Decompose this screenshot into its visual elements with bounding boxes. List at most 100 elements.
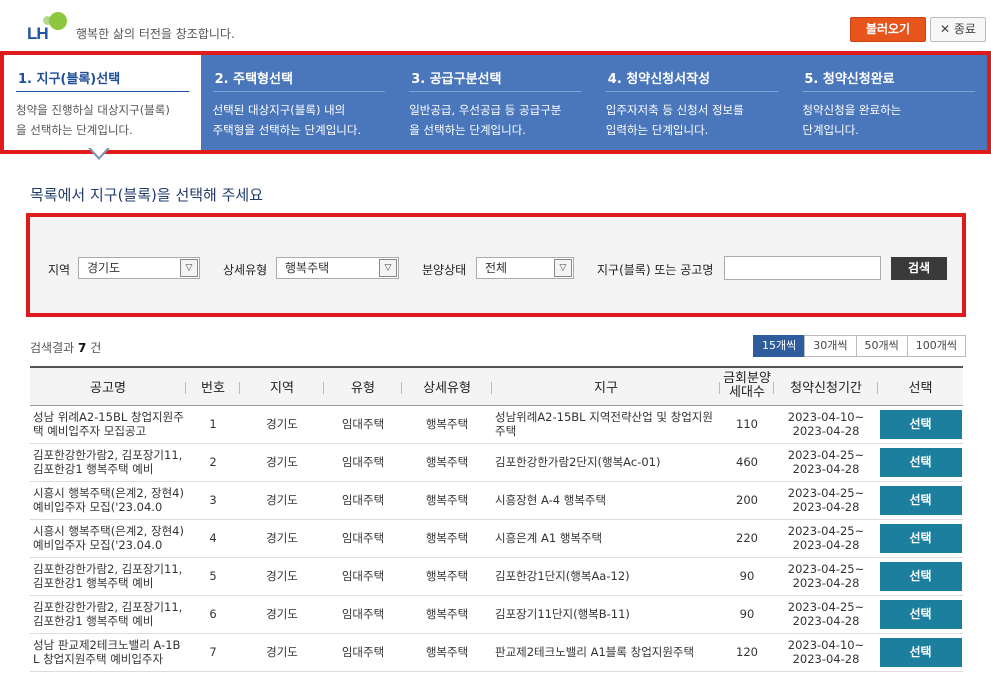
section-title: 목록에서 지구(블록)을 선택해 주세요: [30, 186, 264, 204]
cell-no: 6: [186, 595, 240, 634]
cell-no: 5: [186, 557, 240, 596]
select-button[interactable]: 선택: [879, 447, 962, 477]
col-no: 번호: [186, 367, 240, 405]
step-desc-line1: 선택된 대상지구(블록) 내의: [212, 103, 346, 117]
cell-select: 선택: [878, 557, 963, 596]
subtype-select[interactable]: 행복주택 ▽: [276, 257, 399, 279]
cell-type: 임대주택: [324, 481, 402, 520]
notice-text: 김포한강한가람2, 김포장기11, 김포한강1 행복주택 예비: [33, 448, 183, 476]
page-size-100[interactable]: 100개씩: [906, 335, 966, 357]
cell-subtype: 행복주택: [402, 633, 492, 672]
region-select[interactable]: 경기도 ▽: [78, 257, 200, 279]
period-start: 2023-04-25~: [787, 562, 865, 576]
chevron-down-icon: ▽: [379, 259, 397, 277]
cell-district: 시흥은계 A1 행복주택: [492, 519, 720, 558]
select-button[interactable]: 선택: [879, 523, 962, 553]
step-4: 4. 청약신청서작성 입주자저축 등 신청서 정보를 입력하는 단계입니다.: [594, 55, 791, 150]
cell-units: 460: [720, 443, 774, 482]
period-end: 2023-04-28: [792, 424, 860, 438]
step-2: 2. 주택형선택 선택된 대상지구(블록) 내의 주택형을 선택하는 단계입니다.: [201, 55, 398, 150]
region-label: 지역: [48, 263, 71, 277]
step-desc: 청약신청을 완료하는단계입니다.: [802, 100, 975, 140]
result-prefix: 검색결과: [30, 341, 75, 355]
cell-type: 임대주택: [324, 595, 402, 634]
load-button[interactable]: 불러오기: [850, 17, 926, 42]
active-step-pointer-icon: [88, 147, 110, 160]
period-start: 2023-04-10~: [787, 638, 865, 652]
results-table: 공고명 번호 지역 유형 상세유형 지구 금회분양 세대수 청약신청기간 선택 성…: [30, 366, 963, 672]
page-size-50[interactable]: 50개씩: [855, 335, 908, 357]
col-select-label: 선택: [908, 380, 933, 396]
cell-type: 임대주택: [324, 633, 402, 672]
col-units-label2: 세대수: [729, 385, 765, 401]
cell-period: 2023-04-10~ 2023-04-28: [774, 405, 878, 444]
select-button[interactable]: 선택: [879, 409, 962, 439]
step-title: 3. 공급구분선택: [409, 68, 582, 92]
district-text: 김포한강1단지(행복Aa-12): [495, 569, 630, 583]
page-size-30[interactable]: 30개씩: [804, 335, 857, 357]
select-button[interactable]: 선택: [879, 561, 962, 591]
district-text: 김포장기11단지(행복B-11): [495, 607, 630, 621]
step-desc-line1: 입주자저축 등 신청서 정보를: [605, 103, 744, 117]
page-size-15[interactable]: 15개씩: [753, 335, 806, 357]
subtype-select-value: 행복주택: [285, 261, 330, 275]
step-desc: 청약을 진행하실 대상지구(블록) 을 선택하는 단계입니다.: [16, 100, 189, 140]
cell-region: 경기도: [240, 519, 324, 558]
col-units-label1: 금회분양: [723, 371, 771, 387]
cell-region: 경기도: [240, 595, 324, 634]
col-subtype-label: 상세유형: [423, 380, 471, 396]
table-row: 김포한강한가람2, 김포장기11, 김포한강1 행복주택 예비 5 경기도 임대주택 행…: [30, 557, 963, 596]
col-notice-label: 공고명: [90, 380, 126, 396]
step-desc-line1: 청약신청을 완료하는: [802, 103, 902, 117]
close-icon: ✕: [940, 22, 951, 36]
select-button[interactable]: 선택: [879, 485, 962, 515]
table-row: 성남 위례A2-15BL 창업지원주택 예비입주자 모집공고 1 경기도 임대주택 행복…: [30, 405, 963, 444]
cell-select: 선택: [878, 633, 963, 672]
logo-text: LH: [27, 24, 49, 43]
col-district: 지구: [492, 367, 720, 405]
col-units: 금회분양 세대수: [720, 367, 774, 405]
step-3: 3. 공급구분선택 일반공급, 우선공급 등 공급구분 을 선택하는 단계입니다.: [397, 55, 594, 150]
col-region: 지역: [240, 367, 324, 405]
step-desc-line1: 청약을 진행하실 대상지구(블록): [16, 103, 170, 117]
slogan: 행복한 삶의 터전을 창조합니다.: [76, 27, 235, 41]
cell-select: 선택: [878, 519, 963, 558]
cell-select: 선택: [878, 595, 963, 634]
table-header-row: 공고명 번호 지역 유형 상세유형 지구 금회분양 세대수 청약신청기간 선택: [30, 367, 963, 405]
keyword-label: 지구(블록) 또는 공고명: [597, 263, 714, 277]
select-button[interactable]: 선택: [879, 637, 962, 667]
cell-type: 임대주택: [324, 405, 402, 444]
cell-subtype: 행복주택: [402, 443, 492, 482]
notice-text: 시흥시 행복주택(은계2, 장현4) 예비입주자 모집('23.04.0: [33, 524, 184, 552]
col-type-label: 유형: [351, 380, 375, 396]
result-number: 7: [78, 341, 87, 355]
step-desc-line2: 단계입니다.: [802, 123, 859, 137]
district-text: 시흥은계 A1 행복주택: [495, 531, 603, 545]
table-row: 시흥시 행복주택(은계2, 장현4) 예비입주자 모집('23.04.0 3 경기도…: [30, 481, 963, 520]
cell-district: 시흥장현 A-4 행복주택: [492, 481, 720, 520]
select-button[interactable]: 선택: [879, 599, 962, 629]
cell-no: 3: [186, 481, 240, 520]
col-notice: 공고명: [30, 367, 186, 405]
cell-units: 110: [720, 405, 774, 444]
col-district-label: 지구: [594, 380, 618, 396]
cell-district: 김포장기11단지(행복B-11): [492, 595, 720, 634]
step-desc: 일반공급, 우선공급 등 공급구분 을 선택하는 단계입니다.: [409, 100, 582, 140]
result-suffix: 건: [90, 341, 102, 355]
cell-region: 경기도: [240, 405, 324, 444]
cell-period: 2023-04-10~ 2023-04-28: [774, 633, 878, 672]
notice-text: 시흥시 행복주택(은계2, 장현4) 예비입주자 모집('23.04.0: [33, 486, 184, 514]
cell-type: 임대주택: [324, 519, 402, 558]
cell-no: 7: [186, 633, 240, 672]
close-button[interactable]: ✕ 종료: [930, 17, 986, 42]
keyword-input[interactable]: [724, 256, 881, 280]
table-row: 김포한강한가람2, 김포장기11, 김포한강1 행복주택 예비 6 경기도 임대주택 행…: [30, 595, 963, 634]
cell-units: 90: [720, 557, 774, 596]
cell-notice: 시흥시 행복주택(은계2, 장현4) 예비입주자 모집('23.04.0: [30, 519, 186, 558]
search-button[interactable]: 검색: [891, 257, 947, 280]
cell-subtype: 행복주택: [402, 519, 492, 558]
result-count: 검색결과 7 건: [30, 339, 101, 356]
district-text: 판교제2테크노밸리 A1블록 창업지원주택: [495, 645, 695, 659]
status-select[interactable]: 전체 ▽: [476, 257, 574, 279]
col-period: 청약신청기간: [774, 367, 878, 405]
